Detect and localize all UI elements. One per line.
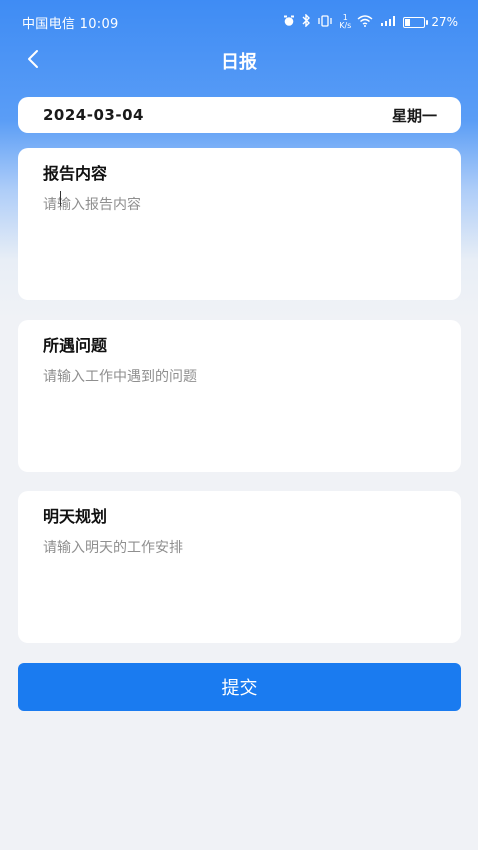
alarm-icon — [283, 15, 295, 30]
tomorrow-plan-card: 明天规划 — [18, 491, 461, 643]
weekday-value: 星期一 — [391, 106, 437, 125]
problems-input[interactable] — [43, 366, 436, 462]
battery-icon — [403, 16, 429, 28]
vibrate-icon — [317, 14, 333, 30]
status-bar: 中国电信 10:09 1 K/s 27% — [0, 0, 478, 44]
status-icons: 1 K/s 27% — [283, 13, 458, 30]
text-cursor — [60, 191, 61, 206]
network-speed-icon: 1 K/s — [339, 13, 352, 30]
battery-percent: 27% — [431, 15, 458, 29]
report-content-title: 报告内容 — [43, 164, 108, 183]
bluetooth-icon — [301, 13, 311, 30]
report-content-input[interactable] — [43, 194, 436, 290]
submit-button[interactable]: 提交 — [18, 663, 461, 711]
carrier-time: 中国电信 10:09 — [22, 16, 119, 32]
report-content-card: 报告内容 — [18, 148, 461, 300]
wifi-icon — [357, 14, 373, 30]
nav-bar: 日报 — [0, 44, 478, 78]
signal-icon — [379, 15, 397, 30]
tomorrow-plan-input[interactable] — [43, 537, 436, 633]
problems-title: 所遇问题 — [43, 336, 108, 355]
tomorrow-plan-title: 明天规划 — [43, 507, 108, 526]
chevron-left-icon — [26, 49, 40, 73]
date-value: 2024-03-04 — [43, 106, 144, 124]
date-selector[interactable]: 2024-03-04 星期一 — [18, 97, 461, 133]
back-button[interactable] — [18, 46, 48, 76]
page-title: 日报 — [221, 52, 257, 73]
problems-card: 所遇问题 — [18, 320, 461, 472]
